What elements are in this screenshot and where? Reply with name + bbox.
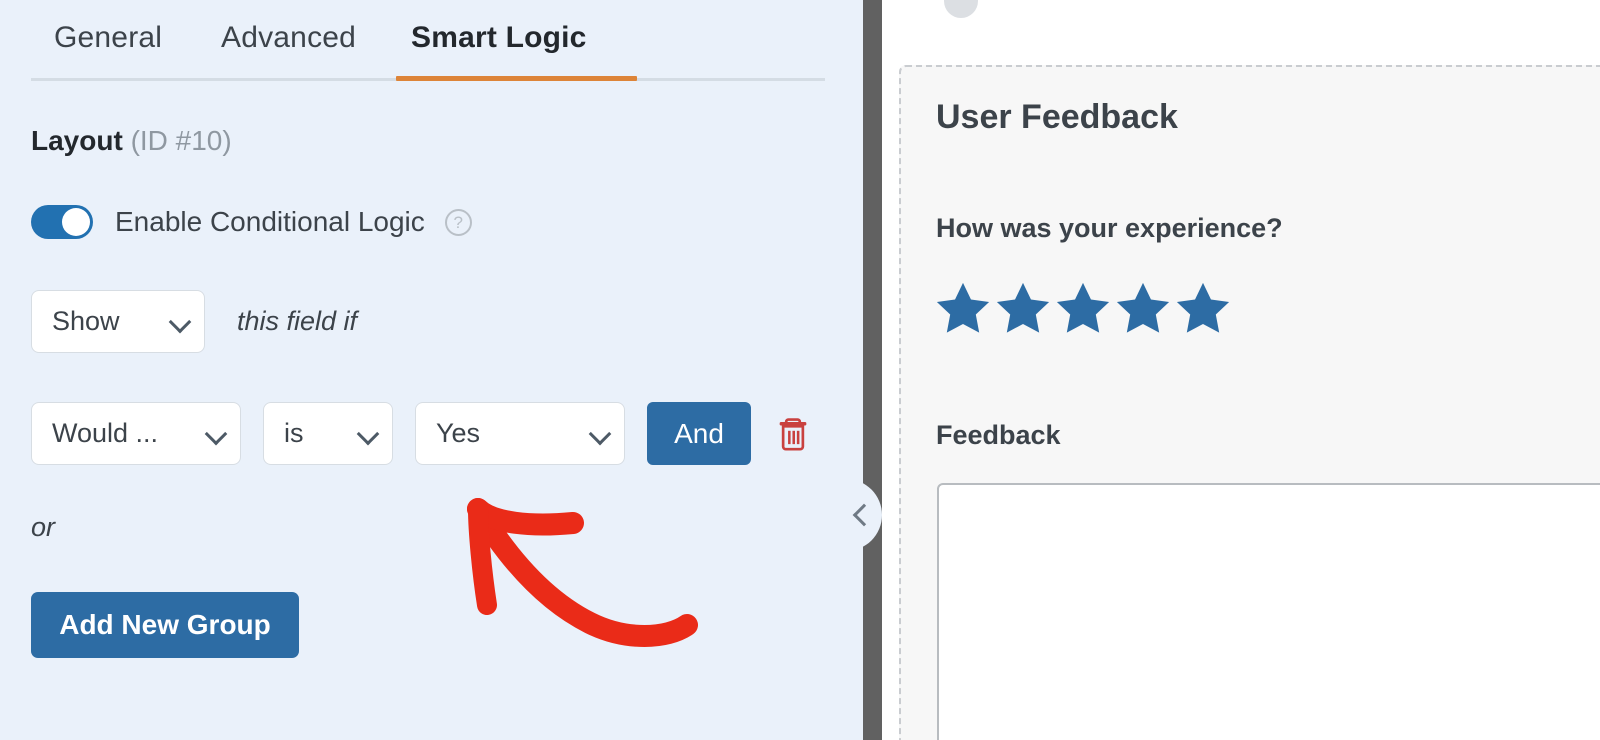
action-select-value: Show [52, 306, 120, 336]
trash-icon[interactable] [777, 416, 809, 452]
form-builder-screen: General Advanced Smart Logic Layout (ID … [0, 0, 1600, 740]
rating-field-label: How was your experience? [936, 213, 1283, 243]
or-separator-text: or [31, 512, 56, 542]
show-rule-row: Show this field if [31, 290, 357, 353]
drag-handle-icon [944, 0, 978, 18]
field-options-panel: General Advanced Smart Logic Layout (ID … [0, 0, 863, 740]
tab-advanced[interactable]: Advanced [221, 21, 356, 55]
enable-conditional-logic-toggle[interactable] [31, 205, 93, 239]
chevron-down-icon [170, 312, 190, 332]
field-id-label: (ID #10) [130, 125, 232, 156]
form-preview-panel: User Feedback How was your experience? F… [882, 0, 1600, 740]
field-options-tabs: General Advanced Smart Logic [31, 0, 825, 81]
tab-general[interactable]: General [54, 21, 162, 55]
chevron-down-icon [358, 424, 378, 444]
star-icon[interactable] [934, 279, 992, 337]
condition-rule-row: Would ... is Yes And [31, 402, 809, 465]
add-new-group-button[interactable]: Add New Group [31, 592, 299, 658]
condition-value-select[interactable]: Yes [415, 402, 625, 465]
form-field-card[interactable]: User Feedback How was your experience? F… [899, 65, 1600, 740]
star-icon[interactable] [1114, 279, 1172, 337]
condition-value-value: Yes [436, 418, 481, 448]
condition-operator-select[interactable]: is [263, 402, 393, 465]
tab-active-indicator [396, 76, 637, 81]
condition-operator-value: is [284, 418, 304, 448]
and-button[interactable]: And [647, 402, 751, 465]
tab-smart-logic[interactable]: Smart Logic [411, 21, 587, 55]
toggle-knob [62, 208, 90, 236]
page-title: Layout (ID #10) [31, 125, 232, 157]
annotation-arrow [467, 498, 698, 647]
chevron-left-icon [852, 505, 870, 523]
star-rating-control[interactable] [934, 279, 1234, 337]
feedback-textarea[interactable] [937, 483, 1600, 740]
action-select[interactable]: Show [31, 290, 205, 353]
card-title: User Feedback [936, 98, 1178, 136]
chevron-down-icon [206, 424, 226, 444]
enable-conditional-logic-label: Enable Conditional Logic [115, 206, 425, 237]
condition-field-value: Would ... [52, 418, 159, 448]
field-type-name: Layout [31, 125, 123, 156]
star-icon[interactable] [1174, 279, 1232, 337]
panel-divider [863, 0, 882, 740]
question-mark-icon[interactable]: ? [444, 208, 472, 236]
star-icon[interactable] [994, 279, 1052, 337]
star-icon[interactable] [1054, 279, 1112, 337]
condition-field-select[interactable]: Would ... [31, 402, 241, 465]
chevron-down-icon [590, 424, 610, 444]
this-field-if-text: this field if [237, 306, 358, 336]
enable-conditional-logic-row: Enable Conditional Logic ? [31, 205, 472, 239]
feedback-field-label: Feedback [936, 420, 1061, 450]
